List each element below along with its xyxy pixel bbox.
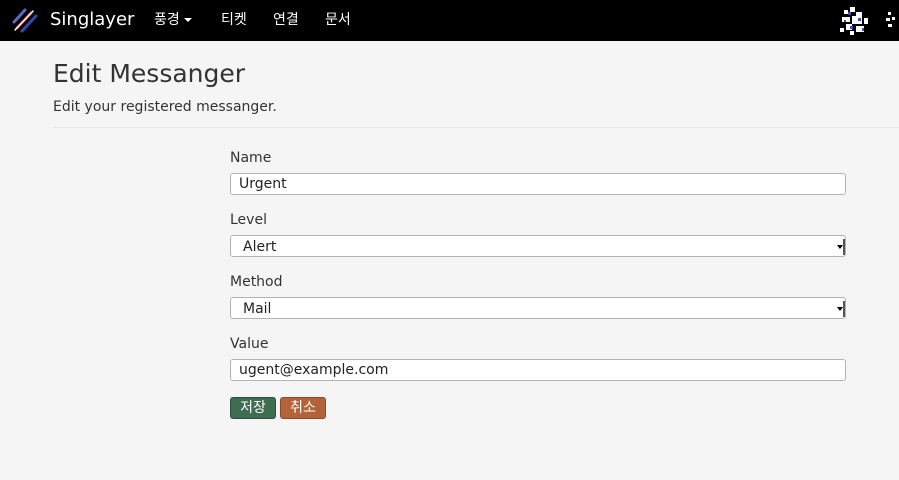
nav-item-label: 풍경 [154,12,180,28]
dropdown-arrow-icon [835,298,845,318]
header-divider [53,127,899,128]
user-menu-icon[interactable] [884,10,898,30]
nav-item-landscape[interactable]: 풍경 [154,11,192,29]
level-select[interactable]: Alert [230,235,846,257]
value-label: Value [230,336,269,352]
singlayer-logo-icon[interactable] [11,6,39,34]
caret-down-icon [183,18,192,22]
name-input-value: Urgent [239,176,287,192]
dropdown-arrow-icon [835,236,845,256]
value-input[interactable]: ugent@example.com [230,359,846,381]
nav-item-ticket[interactable]: 티켓 [221,11,247,29]
top-navbar: Singlayer 풍경 티켓 연결 문서 [0,0,899,41]
name-input[interactable]: Urgent [230,173,846,195]
cancel-button[interactable]: 취소 [280,397,326,419]
name-label: Name [230,150,272,166]
page-title: Edit Messanger [53,59,246,88]
user-avatar[interactable] [836,4,872,38]
value-input-value: ugent@example.com [239,362,389,378]
save-button[interactable]: 저장 [230,397,276,419]
nav-item-connection[interactable]: 연결 [273,11,299,29]
page-subtitle: Edit your registered messanger. [53,99,277,115]
level-select-value: Alert [243,239,277,255]
method-select[interactable]: Mail [230,297,846,319]
nav-item-docs[interactable]: 문서 [325,11,351,29]
brand-link[interactable]: Singlayer [50,9,134,31]
level-label: Level [230,212,267,228]
method-label: Method [230,274,283,290]
method-select-value: Mail [243,301,272,317]
